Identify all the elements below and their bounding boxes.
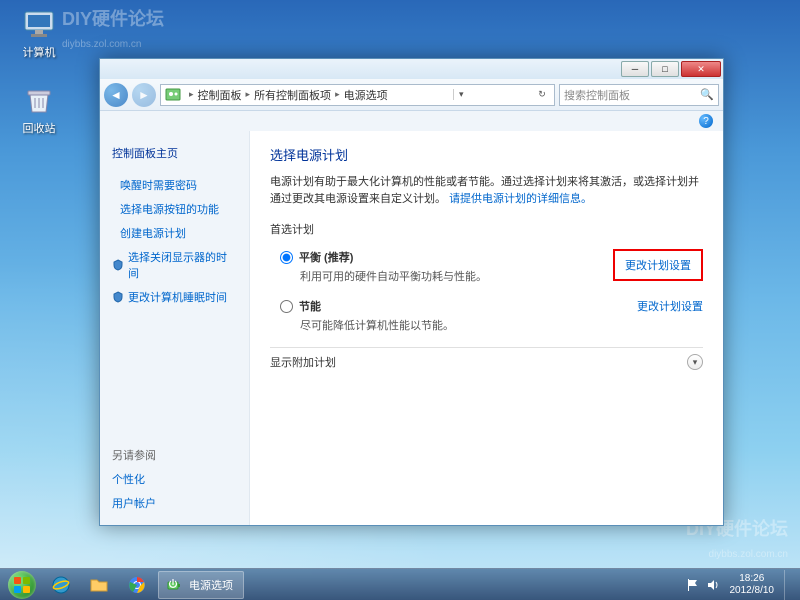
breadcrumb[interactable]: ▸ 控制面板 ▸ 所有控制面板项 ▸ 电源选项 ▾ ↻ xyxy=(160,84,555,106)
sidebar-link-createplan[interactable]: 创建电源计划 xyxy=(100,221,249,245)
close-button[interactable]: ✕ xyxy=(681,61,721,77)
breadcrumb-dropdown[interactable]: ▾ xyxy=(453,89,469,100)
taskbar-chrome[interactable] xyxy=(118,571,156,599)
breadcrumb-item[interactable]: 所有控制面板项 xyxy=(254,87,331,103)
forward-button[interactable]: ► xyxy=(132,83,156,107)
minimize-button[interactable]: ─ xyxy=(621,61,649,77)
taskbar-active-task[interactable]: 电源选项 xyxy=(158,571,244,599)
show-more-row: 显示附加计划 ▾ xyxy=(270,347,703,370)
control-panel-window: ─ □ ✕ ◄ ► ▸ 控制面板 ▸ 所有控制面板项 ▸ 电源选项 ▾ ↻ 搜索… xyxy=(99,58,724,526)
windows-logo-icon xyxy=(8,571,36,599)
nav-bar: ◄ ► ▸ 控制面板 ▸ 所有控制面板项 ▸ 电源选项 ▾ ↻ 搜索控制面板 🔍 xyxy=(100,79,723,111)
shield-icon xyxy=(112,259,124,271)
taskbar-explorer[interactable] xyxy=(80,571,118,599)
sidebar-link-display[interactable]: 选择关闭显示器的时间 xyxy=(100,245,249,285)
clock[interactable]: 18:26 2012/8/10 xyxy=(726,573,779,597)
sidebar-link-sleep[interactable]: 更改计算机睡眠时间 xyxy=(100,285,249,309)
maximize-button[interactable]: □ xyxy=(651,61,679,77)
page-title: 选择电源计划 xyxy=(270,145,703,164)
desktop-icon-computer[interactable]: 计算机 xyxy=(14,6,64,60)
show-desktop-button[interactable] xyxy=(784,570,794,600)
title-bar: ─ □ ✕ xyxy=(100,59,723,79)
plan-description: 利用可用的硬件自动平衡功耗与性能。 xyxy=(300,268,613,284)
plan-row-saver: 节能 尽可能降低计算机性能以节能。 更改计划设置 xyxy=(270,294,703,343)
plan-description: 尽可能降低计算机性能以节能。 xyxy=(300,317,637,333)
change-plan-link-saver[interactable]: 更改计划设置 xyxy=(637,298,703,314)
show-more-label: 显示附加计划 xyxy=(270,354,336,370)
system-tray: 18:26 2012/8/10 xyxy=(686,570,799,600)
breadcrumb-item[interactable]: 电源选项 xyxy=(344,87,388,103)
preferred-plans-label: 首选计划 xyxy=(270,221,703,237)
tray-flag-icon[interactable] xyxy=(686,578,700,592)
chevron-right-icon: ▸ xyxy=(246,89,251,100)
desktop-icon-label: 回收站 xyxy=(14,120,64,136)
back-button[interactable]: ◄ xyxy=(104,83,128,107)
sidebar-footer-personalize[interactable]: 个性化 xyxy=(100,467,249,491)
breadcrumb-item[interactable]: 控制面板 xyxy=(198,87,242,103)
sidebar-link-powerbtn[interactable]: 选择电源按钮的功能 xyxy=(100,197,249,221)
refresh-icon[interactable]: ↻ xyxy=(534,89,550,100)
plan-radio-balanced[interactable]: 平衡 (推荐) xyxy=(280,249,613,265)
chevron-right-icon: ▸ xyxy=(335,89,340,100)
chevron-right-icon: ▸ xyxy=(189,89,194,100)
desktop-icon-recycle[interactable]: 回收站 xyxy=(14,82,64,136)
sidebar: 控制面板主页 唤醒时需要密码 选择电源按钮的功能 创建电源计划 选择关闭显示器的… xyxy=(100,131,250,525)
plan-radio-saver[interactable]: 节能 xyxy=(280,298,637,314)
details-link[interactable]: 请提供电源计划的详细信息。 xyxy=(449,193,592,205)
tray-volume-icon[interactable] xyxy=(706,578,720,592)
watermark: DIY硬件论坛 diybbs.zol.com.cn xyxy=(62,5,164,52)
change-plan-link-balanced[interactable]: 更改计划设置 xyxy=(613,249,703,281)
control-panel-icon xyxy=(165,87,181,103)
see-also-label: 另请参阅 xyxy=(100,443,249,467)
main-content: 选择电源计划 电源计划有助于最大化计算机的性能或者节能。通过选择计划来将其激活，… xyxy=(250,131,723,525)
sidebar-footer-accounts[interactable]: 用户帐户 xyxy=(100,491,249,515)
desktop-icon-label: 计算机 xyxy=(14,44,64,60)
shield-icon xyxy=(112,291,124,303)
start-button[interactable] xyxy=(2,570,42,600)
taskbar: 电源选项 18:26 2012/8/10 xyxy=(0,568,800,600)
sidebar-link-password[interactable]: 唤醒时需要密码 xyxy=(100,173,249,197)
expand-button[interactable]: ▾ xyxy=(687,354,703,370)
search-icon: 🔍 xyxy=(700,88,714,101)
power-options-icon xyxy=(165,576,183,594)
sidebar-home-link[interactable]: 控制面板主页 xyxy=(100,141,249,165)
help-icon[interactable]: ? xyxy=(699,114,713,128)
search-input[interactable]: 搜索控制面板 🔍 xyxy=(559,84,719,106)
taskbar-ie[interactable] xyxy=(42,571,80,599)
page-description: 电源计划有助于最大化计算机的性能或者节能。通过选择计划来将其激活，或选择计划并通… xyxy=(270,174,703,207)
plan-row-balanced: 平衡 (推荐) 利用可用的硬件自动平衡功耗与性能。 更改计划设置 xyxy=(270,245,703,294)
